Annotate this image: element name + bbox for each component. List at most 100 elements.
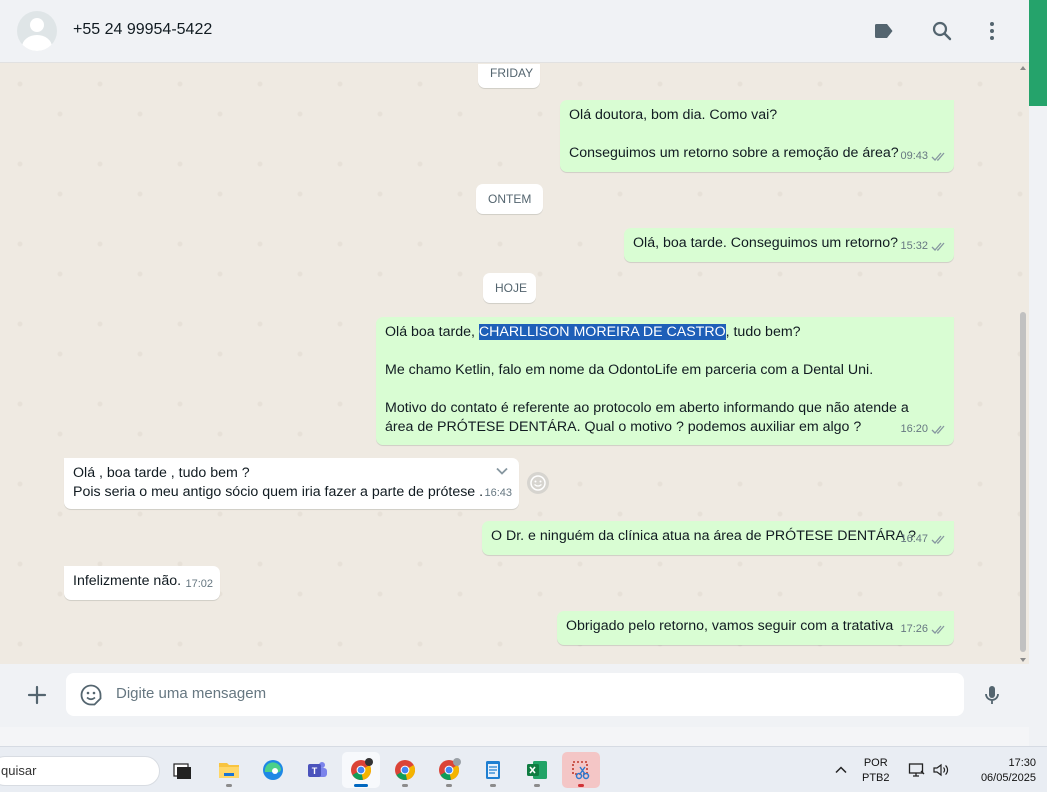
message-text-segment: , tudo bem? <box>725 324 801 340</box>
scroll-up-arrow-icon[interactable] <box>1020 66 1026 70</box>
network-monitor-icon[interactable] <box>908 761 926 779</box>
message-time: 16:20 <box>900 423 928 435</box>
contact-name[interactable]: +55 24 99954-5422 <box>73 21 212 39</box>
message-text <box>385 342 945 361</box>
windows-taskbar: quisar T POR PTB2 17:30 06/05/2025 <box>0 746 1047 792</box>
message-meta: 15:32 <box>900 237 947 256</box>
read-ticks-icon <box>931 625 945 634</box>
message-text: Olá , boa tarde , tudo bem ? <box>73 465 250 481</box>
read-ticks-icon <box>931 535 945 544</box>
svg-text:T: T <box>312 766 318 776</box>
file-explorer-button[interactable] <box>210 752 248 788</box>
teams-icon: T <box>308 762 327 777</box>
whatsapp-window: +55 24 99954-5422 FRIDAY Olá doutora, bo… <box>0 0 1029 727</box>
message-time: 17:26 <box>900 623 928 635</box>
snipping-tool-button[interactable] <box>562 752 600 788</box>
avatar[interactable] <box>17 11 57 51</box>
snipping-tool-icon <box>572 761 590 780</box>
message-text: Obrigado pelo retorno, vamos seguir com … <box>566 618 894 634</box>
message-text: Pois seria o meu antigo sócio quem iria … <box>73 484 484 500</box>
message-text: Olá boa tarde, CHARLLISON MOREIRA DE CAS… <box>385 323 945 342</box>
scroll-down-arrow-icon[interactable] <box>1020 658 1026 662</box>
message-meta: 16:47 <box>900 530 947 549</box>
desktop-strip <box>0 727 1029 746</box>
chat-header: +55 24 99954-5422 <box>0 0 1029 63</box>
background-window-edge <box>1029 0 1047 746</box>
menu-icon[interactable] <box>980 19 1004 43</box>
message-text: Conseguimos um retorno sobre a remoção d… <box>569 145 899 161</box>
message-meta: 16:43 <box>484 484 512 503</box>
message-text: Olá doutora, bom dia. Como vai? <box>569 107 778 123</box>
react-emoji-icon[interactable] <box>526 471 550 495</box>
day-divider-friday: FRIDAY <box>478 64 540 88</box>
message-text: O Dr. e ninguém da clínica atua na área … <box>491 528 917 544</box>
message-text <box>385 380 945 399</box>
chrome-icon <box>439 758 461 780</box>
message-text-segment: Olá boa tarde, <box>385 324 479 340</box>
message-input[interactable] <box>116 685 936 702</box>
chrome-button[interactable] <box>342 752 380 788</box>
message-bubble-outgoing[interactable]: Olá, boa tarde. Conseguimos um retorno? … <box>624 228 954 262</box>
message-text: Motivo do contato é referente ao protoco… <box>385 400 909 416</box>
edge-button[interactable] <box>254 752 292 788</box>
day-divider-hoje: HOJE <box>483 273 536 303</box>
message-time: 16:47 <box>900 533 928 545</box>
day-divider-ontem: ONTEM <box>476 184 543 214</box>
attach-plus-icon[interactable] <box>25 683 49 707</box>
message-text: área de PRÓTESE DENTÁRA. Qual o motivo ?… <box>385 419 862 435</box>
message-meta: 17:26 <box>900 620 947 639</box>
message-composer <box>0 664 1029 727</box>
excel-icon <box>527 761 547 779</box>
chrome-icon <box>395 760 416 780</box>
message-text: Me chamo Ketlin, falo em nome da OdontoL… <box>385 362 874 378</box>
language-code: POR <box>863 757 888 769</box>
task-view-button[interactable] <box>163 752 201 788</box>
tray-chevron-up-icon[interactable] <box>834 763 848 777</box>
edge-icon <box>263 760 283 780</box>
conversation-panel[interactable]: FRIDAY Olá doutora, bom dia. Como vai? C… <box>0 64 1029 664</box>
message-bubble-incoming[interactable]: Infelizmente não. 17:02 <box>64 566 220 600</box>
task-view-icon <box>173 763 191 779</box>
clock-time: 17:30 <box>1008 757 1036 769</box>
notepad-icon <box>486 761 500 779</box>
chrome-button[interactable] <box>430 752 468 788</box>
clock-date: 06/05/2025 <box>980 772 1036 784</box>
read-ticks-icon <box>931 425 945 434</box>
message-text <box>569 125 945 144</box>
message-bubble-outgoing[interactable]: Olá boa tarde, CHARLLISON MOREIRA DE CAS… <box>376 317 954 445</box>
message-text: Olá, boa tarde. Conseguimos um retorno? <box>633 235 898 251</box>
folder-icon <box>219 763 239 778</box>
teams-button[interactable]: T <box>298 752 336 788</box>
message-meta: 09:43 <box>900 147 947 166</box>
chat-scrollbar[interactable] <box>1017 64 1028 664</box>
microphone-icon[interactable] <box>980 683 1004 707</box>
chevron-down-icon[interactable] <box>495 464 509 478</box>
read-ticks-icon <box>931 242 945 251</box>
search-icon[interactable] <box>930 19 954 43</box>
input-language-indicator[interactable]: POR PTB2 <box>862 756 890 786</box>
message-bubble-outgoing[interactable]: Obrigado pelo retorno, vamos seguir com … <box>557 611 954 645</box>
label-icon[interactable] <box>872 19 896 43</box>
message-time: 09:43 <box>900 150 928 162</box>
message-bubble-outgoing[interactable]: O Dr. e ninguém da clínica atua na área … <box>482 521 954 555</box>
sticker-emoji-icon[interactable] <box>79 683 103 707</box>
message-time: 16:43 <box>484 487 512 499</box>
notepad-button[interactable] <box>474 752 512 788</box>
taskbar-search-input[interactable]: quisar <box>0 756 160 786</box>
message-bubble-outgoing[interactable]: Olá doutora, bom dia. Como vai? Consegui… <box>560 100 954 172</box>
scrollbar-thumb[interactable] <box>1020 312 1026 652</box>
message-meta: 16:20 <box>900 420 947 439</box>
chrome-button[interactable] <box>386 752 424 788</box>
message-time: 17:02 <box>185 578 213 590</box>
message-meta: 17:02 <box>185 575 213 594</box>
keyboard-layout: PTB2 <box>862 772 890 784</box>
message-time: 15:32 <box>900 240 928 252</box>
volume-icon[interactable] <box>932 761 950 779</box>
message-bubble-incoming[interactable]: Olá , boa tarde , tudo bem ? Pois seria … <box>64 458 519 509</box>
excel-button[interactable] <box>518 752 556 788</box>
chrome-icon <box>351 758 373 780</box>
system-clock[interactable]: 17:30 06/05/2025 <box>960 756 1036 786</box>
read-ticks-icon <box>931 152 945 161</box>
selected-text: CHARLLISON MOREIRA DE CASTRO <box>478 324 726 340</box>
message-box[interactable] <box>66 673 964 716</box>
